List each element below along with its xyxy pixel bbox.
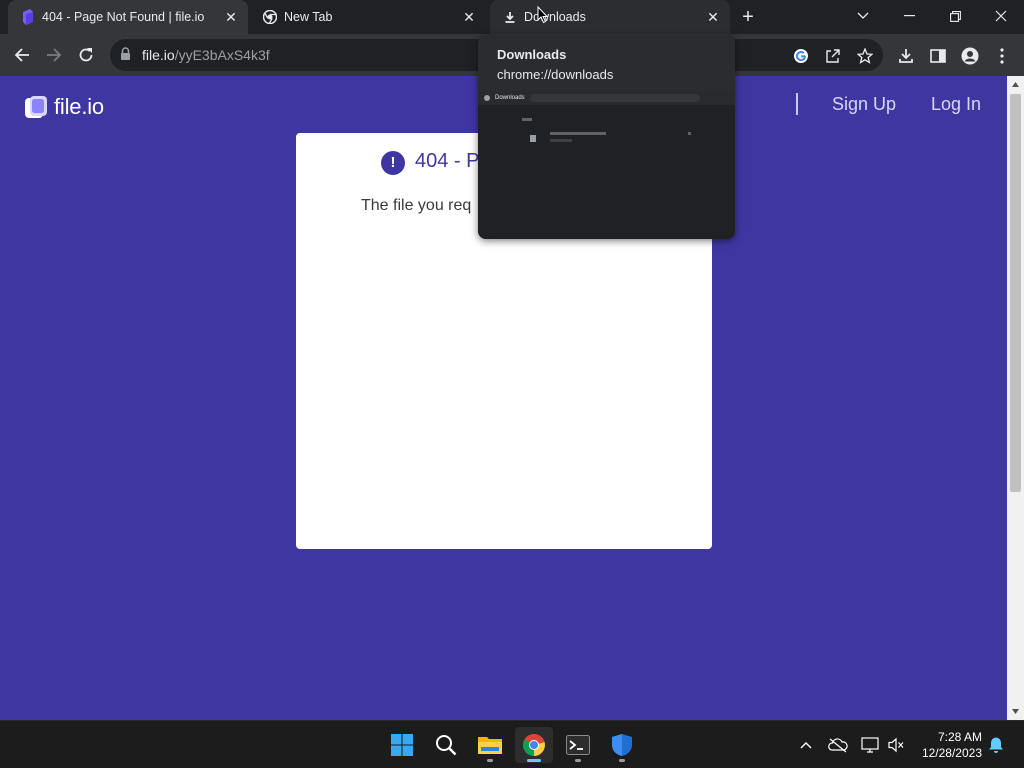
page-scrollbar[interactable] [1007,76,1024,720]
onedrive-offline-icon[interactable] [828,735,848,755]
tab-title: 404 - Page Not Found | file.io [42,10,205,24]
app-running-indicator [575,759,581,762]
url-path: /yyE3bAxS4k3f [174,47,270,63]
chrome-icon [262,9,278,25]
scroll-thumb[interactable] [1010,94,1021,492]
site-logo[interactable]: file.io [24,94,104,120]
back-icon[interactable] [9,42,35,68]
mouse-cursor [537,6,549,24]
network-icon[interactable] [860,735,880,755]
menu-kebab-icon[interactable] [992,46,1012,66]
chevron-up-icon[interactable] [796,735,816,755]
preview-row [550,139,572,142]
minimize-icon[interactable] [886,0,932,32]
new-tab-button[interactable]: + [736,6,760,28]
error-message: The file you req [361,197,472,214]
fileio-logo-icon [20,9,36,25]
alert-icon: ! [381,151,405,175]
preview-logo-icon [484,95,490,101]
share-icon[interactable] [824,47,842,65]
screen: 404 - Page Not Found | file.io ✕ New Tab… [0,0,1024,768]
app-running-indicator [487,759,493,762]
volume-muted-icon[interactable] [886,735,906,755]
reload-icon[interactable] [73,42,99,68]
tab-search-icon[interactable] [840,0,886,32]
brand-name: file.io [54,94,104,119]
sign-up-link[interactable]: Sign Up [832,94,896,115]
hover-card-url: chrome://downloads [497,67,614,82]
preview-file-icon [530,135,536,142]
hover-card-preview: Downloads [478,91,735,239]
tab-strip: 404 - Page Not Found | file.io ✕ New Tab… [0,0,1024,34]
download-icon [502,9,518,25]
hover-card-title: Downloads [497,47,567,62]
url-host: file.io [142,47,175,63]
defender-icon[interactable] [603,727,641,763]
close-tab-icon[interactable]: ✕ [460,8,478,26]
close-tab-icon[interactable]: ✕ [704,8,722,26]
notification-bell-icon[interactable] [986,735,1006,755]
fileio-logo-icon [24,95,48,119]
preview-row [688,132,691,135]
clock-time: 7:28 AM [937,730,982,744]
lock-icon[interactable] [120,47,131,66]
bookmark-star-icon[interactable] [856,47,874,65]
system-clock[interactable]: 7:28 AM 12/28/2023 [916,729,982,761]
tab-title: Downloads [524,10,586,24]
tab-title: New Tab [284,10,333,24]
tab-hover-card: Downloads chrome://downloads Downloads [478,35,735,239]
windows-taskbar: 7:28 AM 12/28/2023 [0,720,1024,768]
restore-icon[interactable] [932,0,978,32]
chrome-icon[interactable] [515,727,553,763]
preview-row [522,118,532,121]
profile-avatar-icon[interactable] [960,46,980,66]
log-in-link[interactable]: Log In [931,94,981,115]
app-running-indicator [619,759,625,762]
preview-toolbar: Downloads [478,91,735,105]
close-tab-icon[interactable]: ✕ [222,8,240,26]
close-window-icon[interactable] [978,0,1024,32]
start-icon[interactable] [383,727,421,763]
nav-divider [796,93,798,115]
tab-downloads[interactable]: Downloads ✕ [490,0,730,34]
tab-page-not-found[interactable]: 404 - Page Not Found | file.io ✕ [8,0,248,34]
scroll-up-icon[interactable] [1011,80,1020,89]
error-heading: 404 - P [415,150,480,172]
preview-title: Downloads [495,95,525,101]
side-panel-icon[interactable] [928,46,948,66]
downloads-icon[interactable] [896,46,916,66]
url-text: file.io/yyE3bAxS4k3f [142,47,270,63]
app-active-indicator [527,759,541,762]
clock-date: 12/28/2023 [921,746,982,760]
file-explorer-icon[interactable] [471,727,509,763]
search-icon[interactable] [427,727,465,763]
preview-row [550,132,606,135]
google-icon[interactable] [792,47,810,65]
terminal-icon[interactable] [559,727,597,763]
preview-search-bar [530,94,700,102]
forward-icon[interactable] [41,42,67,68]
scroll-down-icon[interactable] [1011,707,1020,716]
tab-new-tab[interactable]: New Tab ✕ [250,0,486,34]
